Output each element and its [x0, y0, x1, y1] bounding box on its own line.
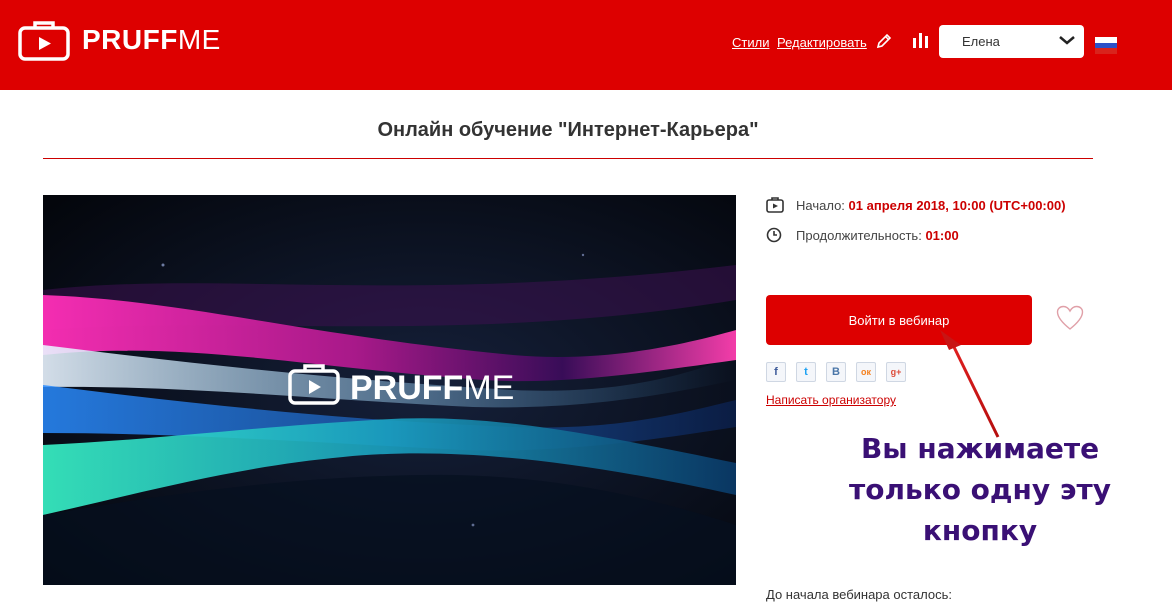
pencil-icon[interactable] — [875, 32, 893, 50]
annotation-line-2: только одну эту — [849, 473, 1111, 506]
logo-text-light: ME — [177, 24, 221, 55]
twitter-share-icon[interactable]: t — [796, 362, 816, 382]
calendar-video-icon — [766, 197, 784, 213]
countdown-label: До начала вебинара осталось: — [766, 587, 952, 602]
contact-organizer-link[interactable]: Написать организатору — [766, 393, 896, 407]
logo-briefcase-icon — [18, 21, 70, 61]
vk-glyph: В — [832, 366, 840, 378]
annotation-line-3: кнопку — [922, 514, 1038, 547]
annotation-line-1: Вы нажимаете — [860, 432, 1100, 465]
start-value: 01 апреля 2018, 10:00 (UTC+00:00) — [848, 197, 1066, 213]
duration-label: Продолжительность: — [796, 227, 922, 243]
share-buttons: f t В ок g+ — [766, 362, 916, 382]
banner-art: PRUFFME — [43, 195, 736, 585]
logo-text-bold: PRUFF — [82, 24, 178, 55]
google-plus-share-icon[interactable]: g+ — [886, 362, 906, 382]
edit-link[interactable]: Редактировать — [777, 35, 867, 50]
start-label: Начало: — [796, 197, 845, 213]
top-header: PRUFFME Стили Редактировать Елена — [0, 0, 1172, 90]
heart-icon[interactable] — [1056, 305, 1084, 331]
duration-row: Продолжительность: 01:00 — [766, 227, 959, 243]
user-select[interactable]: Елена — [939, 25, 1084, 58]
chevron-down-icon — [1059, 36, 1075, 45]
annotation-text: Вы нажимаете только одну эту кнопку — [840, 428, 1120, 551]
styles-link[interactable]: Стили — [732, 35, 769, 50]
start-time-row: Начало: 01 апреля 2018, 10:00 (UTC+00:00… — [766, 197, 1066, 213]
title-divider — [43, 158, 1093, 159]
odnoklassniki-share-icon[interactable]: ок — [856, 362, 876, 382]
page-title: Онлайн обучение "Интернет-Карьера" — [377, 119, 759, 141]
facebook-share-icon[interactable]: f — [766, 362, 786, 382]
banner-logo-light: ME — [463, 369, 514, 407]
facebook-glyph: f — [774, 366, 778, 378]
user-name: Елена — [962, 34, 1000, 49]
banner-logo-bold: PRUFF — [350, 369, 463, 407]
twitter-glyph: t — [804, 366, 808, 378]
vk-share-icon[interactable]: В — [826, 362, 846, 382]
webinar-banner: PRUFFME — [43, 195, 736, 585]
stats-icon[interactable] — [912, 33, 929, 48]
banner-logo-text: PRUFFME — [350, 369, 514, 407]
logo-text: PRUFFME — [82, 26, 221, 54]
duration-value: 01:00 — [925, 227, 959, 243]
odnoklassniki-glyph: ок — [860, 367, 871, 377]
clock-icon — [766, 227, 782, 243]
google-plus-glyph: g+ — [890, 367, 902, 377]
logo[interactable]: PRUFFME — [18, 19, 221, 61]
flag-icon[interactable] — [1095, 37, 1117, 54]
join-webinar-button[interactable]: Войти в вебинар — [766, 295, 1032, 345]
